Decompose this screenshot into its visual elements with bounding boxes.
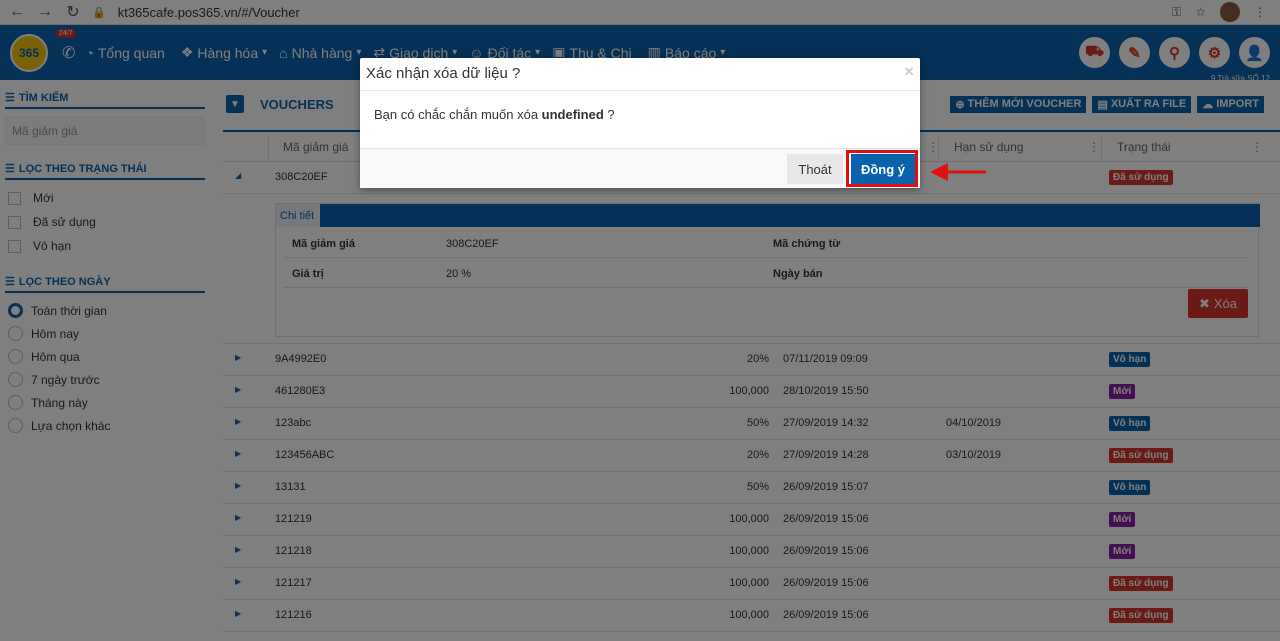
dialog-target-name: undefined xyxy=(541,107,604,122)
confirm-delete-dialog: Xác nhận xóa dữ liệu ? × Bạn có chắc chắ… xyxy=(360,58,920,188)
divider xyxy=(360,90,920,91)
arrow-left-icon xyxy=(930,163,986,181)
close-icon[interactable]: × xyxy=(904,62,914,82)
dialog-message: Bạn có chắc chắn muốn xóa undefined ? xyxy=(374,107,615,122)
dialog-title: Xác nhận xóa dữ liệu ? xyxy=(366,65,521,82)
cancel-button[interactable]: Thoát xyxy=(787,154,843,184)
highlight-box xyxy=(846,150,918,187)
